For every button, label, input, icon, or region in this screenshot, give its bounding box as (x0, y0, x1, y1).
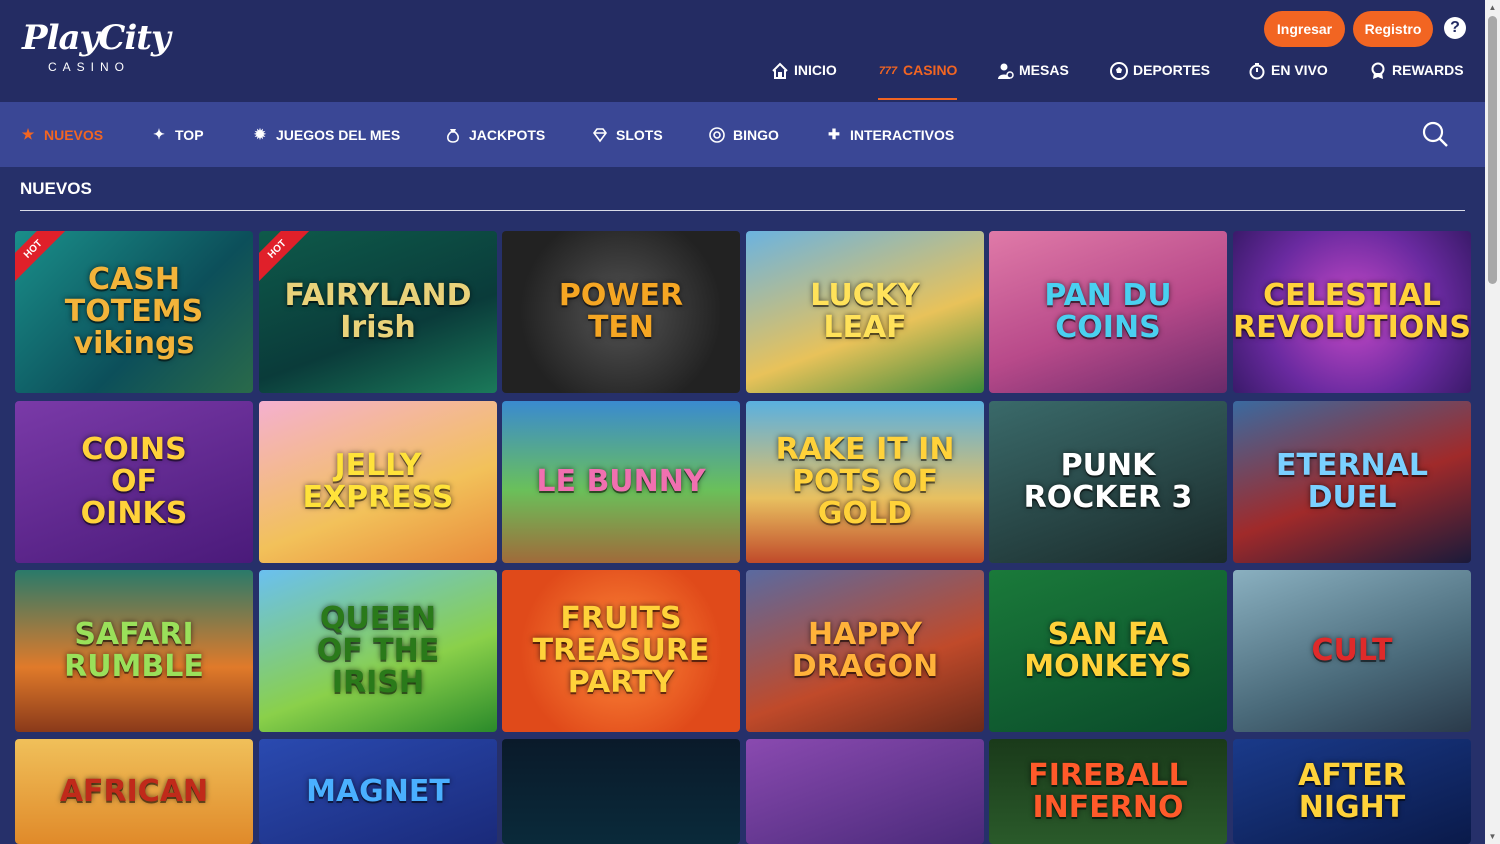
category-jackpots[interactable]: JACKPOTS (445, 102, 545, 167)
777-icon: 777 (878, 65, 898, 77)
game-title: PAN DU COINS (1044, 278, 1172, 345)
home-icon (771, 62, 789, 80)
star-icon: ★ (21, 126, 35, 142)
game-title: CULT (1311, 633, 1393, 668)
scroll-down-icon[interactable]: ▼ (1485, 829, 1500, 844)
game-tile[interactable]: ETERNAL DUEL (1233, 401, 1471, 563)
category-juegos-del-mes[interactable]: ✹ JUEGOS DEL MES (252, 102, 400, 167)
game-title: SAN FA MONKEYS (1024, 617, 1192, 684)
game-tile[interactable]: AFRICAN (15, 739, 253, 844)
game-title: COINS OF OINKS (80, 432, 188, 531)
nav-casino[interactable]: 777 CASINO (878, 56, 958, 102)
category-jackpots-label: JACKPOTS (469, 126, 546, 143)
game-title: MAGNET (306, 773, 450, 809)
game-title: AFTER NIGHT (1298, 757, 1406, 825)
page-scrollbar[interactable]: ▲ ▼ (1485, 0, 1500, 844)
game-tile[interactable]: LUCKY LEAF (746, 231, 984, 393)
stopwatch-icon (1248, 62, 1266, 80)
game-tile[interactable]: RAKE IT IN POTS OF GOLD (746, 401, 984, 563)
nav-deportes[interactable]: DEPORTES (1110, 56, 1210, 102)
game-tile[interactable]: MAGNET (259, 739, 497, 844)
puzzle-icon: ✚ (828, 126, 840, 142)
game-tile[interactable]: AFTER NIGHT (1233, 739, 1471, 844)
category-interactivos[interactable]: ✚ INTERACTIVOS (826, 102, 954, 167)
nav-inicio-label: INICIO (794, 62, 837, 78)
game-title: LUCKY LEAF (810, 278, 920, 345)
section-title: NUEVOS (20, 179, 92, 198)
game-tile[interactable] (502, 739, 740, 844)
game-title: CELESTIAL REVOLUTIONS (1233, 278, 1471, 345)
game-tile[interactable] (746, 739, 984, 844)
game-tile[interactable]: CELESTIAL REVOLUTIONS (1233, 231, 1471, 393)
register-button[interactable]: Registro (1353, 11, 1433, 47)
game-title: FIREBALL INFERNO (1028, 757, 1188, 825)
bingo-ball-icon (709, 126, 725, 143)
scroll-thumb[interactable] (1488, 16, 1497, 284)
game-tile[interactable]: SAN FA MONKEYS (989, 570, 1227, 732)
nav-en-vivo-label: EN VIVO (1271, 62, 1328, 78)
nav-casino-label: CASINO (903, 62, 958, 78)
login-button[interactable]: Ingresar (1264, 11, 1345, 47)
nav-en-vivo[interactable]: EN VIVO (1248, 56, 1328, 102)
nav-rewards[interactable]: REWARDS (1369, 56, 1464, 102)
category-juegos-del-mes-label: JUEGOS DEL MES (276, 126, 401, 143)
game-tile[interactable]: QUEEN OF THE IRISH (259, 570, 497, 732)
game-tile[interactable]: LE BUNNY (502, 401, 740, 563)
game-title: PUNK ROCKER 3 (1023, 448, 1193, 515)
category-bingo-label: BINGO (733, 126, 779, 143)
badge-icon: ✹ (254, 126, 266, 142)
game-title: AFRICAN (59, 773, 209, 809)
main-nav: INICIO 777 CASINO MESAS DEPORTES EN VIVO (0, 56, 1485, 102)
category-nav: ★ NUEVOS ✦ TOP ✹ JUEGOS DEL MES JACKPOTS… (0, 102, 1485, 167)
game-title: HAPPY DRAGON (791, 617, 939, 684)
nav-rewards-label: REWARDS (1392, 62, 1464, 78)
nav-mesas-label: MESAS (1019, 62, 1069, 78)
soccer-ball-icon (1110, 62, 1128, 80)
game-title: JELLY EXPRESS (302, 448, 454, 515)
logo-main-text: PlayCity (22, 18, 171, 58)
category-bingo[interactable]: BINGO (709, 102, 779, 167)
category-top[interactable]: ✦ TOP (151, 102, 204, 167)
game-tile[interactable]: POWER TEN (502, 231, 740, 393)
search-icon[interactable] (1421, 120, 1449, 148)
dealer-icon (996, 62, 1014, 80)
category-interactivos-label: INTERACTIVOS (850, 126, 955, 143)
site-header: PlayCity CASINO Ingresar Registro ? INIC… (0, 0, 1485, 102)
nav-deportes-label: DEPORTES (1133, 62, 1211, 78)
sparkles-icon: ✦ (153, 126, 165, 142)
section-divider (20, 210, 1465, 211)
game-title: FAIRYLAND Irish (284, 278, 472, 345)
game-title: CASH TOTEMS vikings (64, 262, 204, 361)
category-nuevos-label: NUEVOS (44, 126, 104, 143)
game-title: FRUITS TREASURE PARTY (532, 601, 710, 700)
game-tile[interactable]: PUNK ROCKER 3 (989, 401, 1227, 563)
game-tile[interactable]: COINS OF OINKS (15, 401, 253, 563)
diamond-icon (592, 127, 608, 143)
game-tile[interactable]: CASH TOTEMS vikings HOT (15, 231, 253, 393)
game-tile[interactable]: SAFARI RUMBLE (15, 570, 253, 732)
nav-inicio[interactable]: INICIO (771, 56, 837, 102)
game-tile[interactable]: PAN DU COINS (989, 231, 1227, 393)
money-bag-icon (445, 127, 461, 143)
game-title: SAFARI RUMBLE (64, 617, 204, 684)
game-title: ETERNAL DUEL (1276, 448, 1428, 515)
game-tile[interactable]: FIREBALL INFERNO (989, 739, 1227, 844)
scroll-up-icon[interactable]: ▲ (1485, 0, 1500, 15)
game-title: QUEEN OF THE IRISH (316, 601, 440, 700)
game-tile[interactable]: FRUITS TREASURE PARTY (502, 570, 740, 732)
game-tile[interactable]: CULT (1233, 570, 1471, 732)
game-title: LE BUNNY (536, 464, 706, 499)
category-nuevos[interactable]: ★ NUEVOS (20, 102, 103, 167)
help-icon[interactable]: ? (1444, 17, 1466, 39)
category-top-label: TOP (175, 126, 204, 143)
category-slots[interactable]: SLOTS (592, 102, 663, 167)
game-title: RAKE IT IN POTS OF GOLD (775, 432, 955, 531)
award-icon (1369, 62, 1387, 80)
game-title: POWER TEN (558, 278, 684, 345)
game-tile[interactable]: HAPPY DRAGON (746, 570, 984, 732)
game-tile[interactable]: JELLY EXPRESS (259, 401, 497, 563)
game-tile[interactable]: FAIRYLAND Irish HOT (259, 231, 497, 393)
nav-mesas[interactable]: MESAS (996, 56, 1069, 102)
category-slots-label: SLOTS (616, 126, 663, 143)
